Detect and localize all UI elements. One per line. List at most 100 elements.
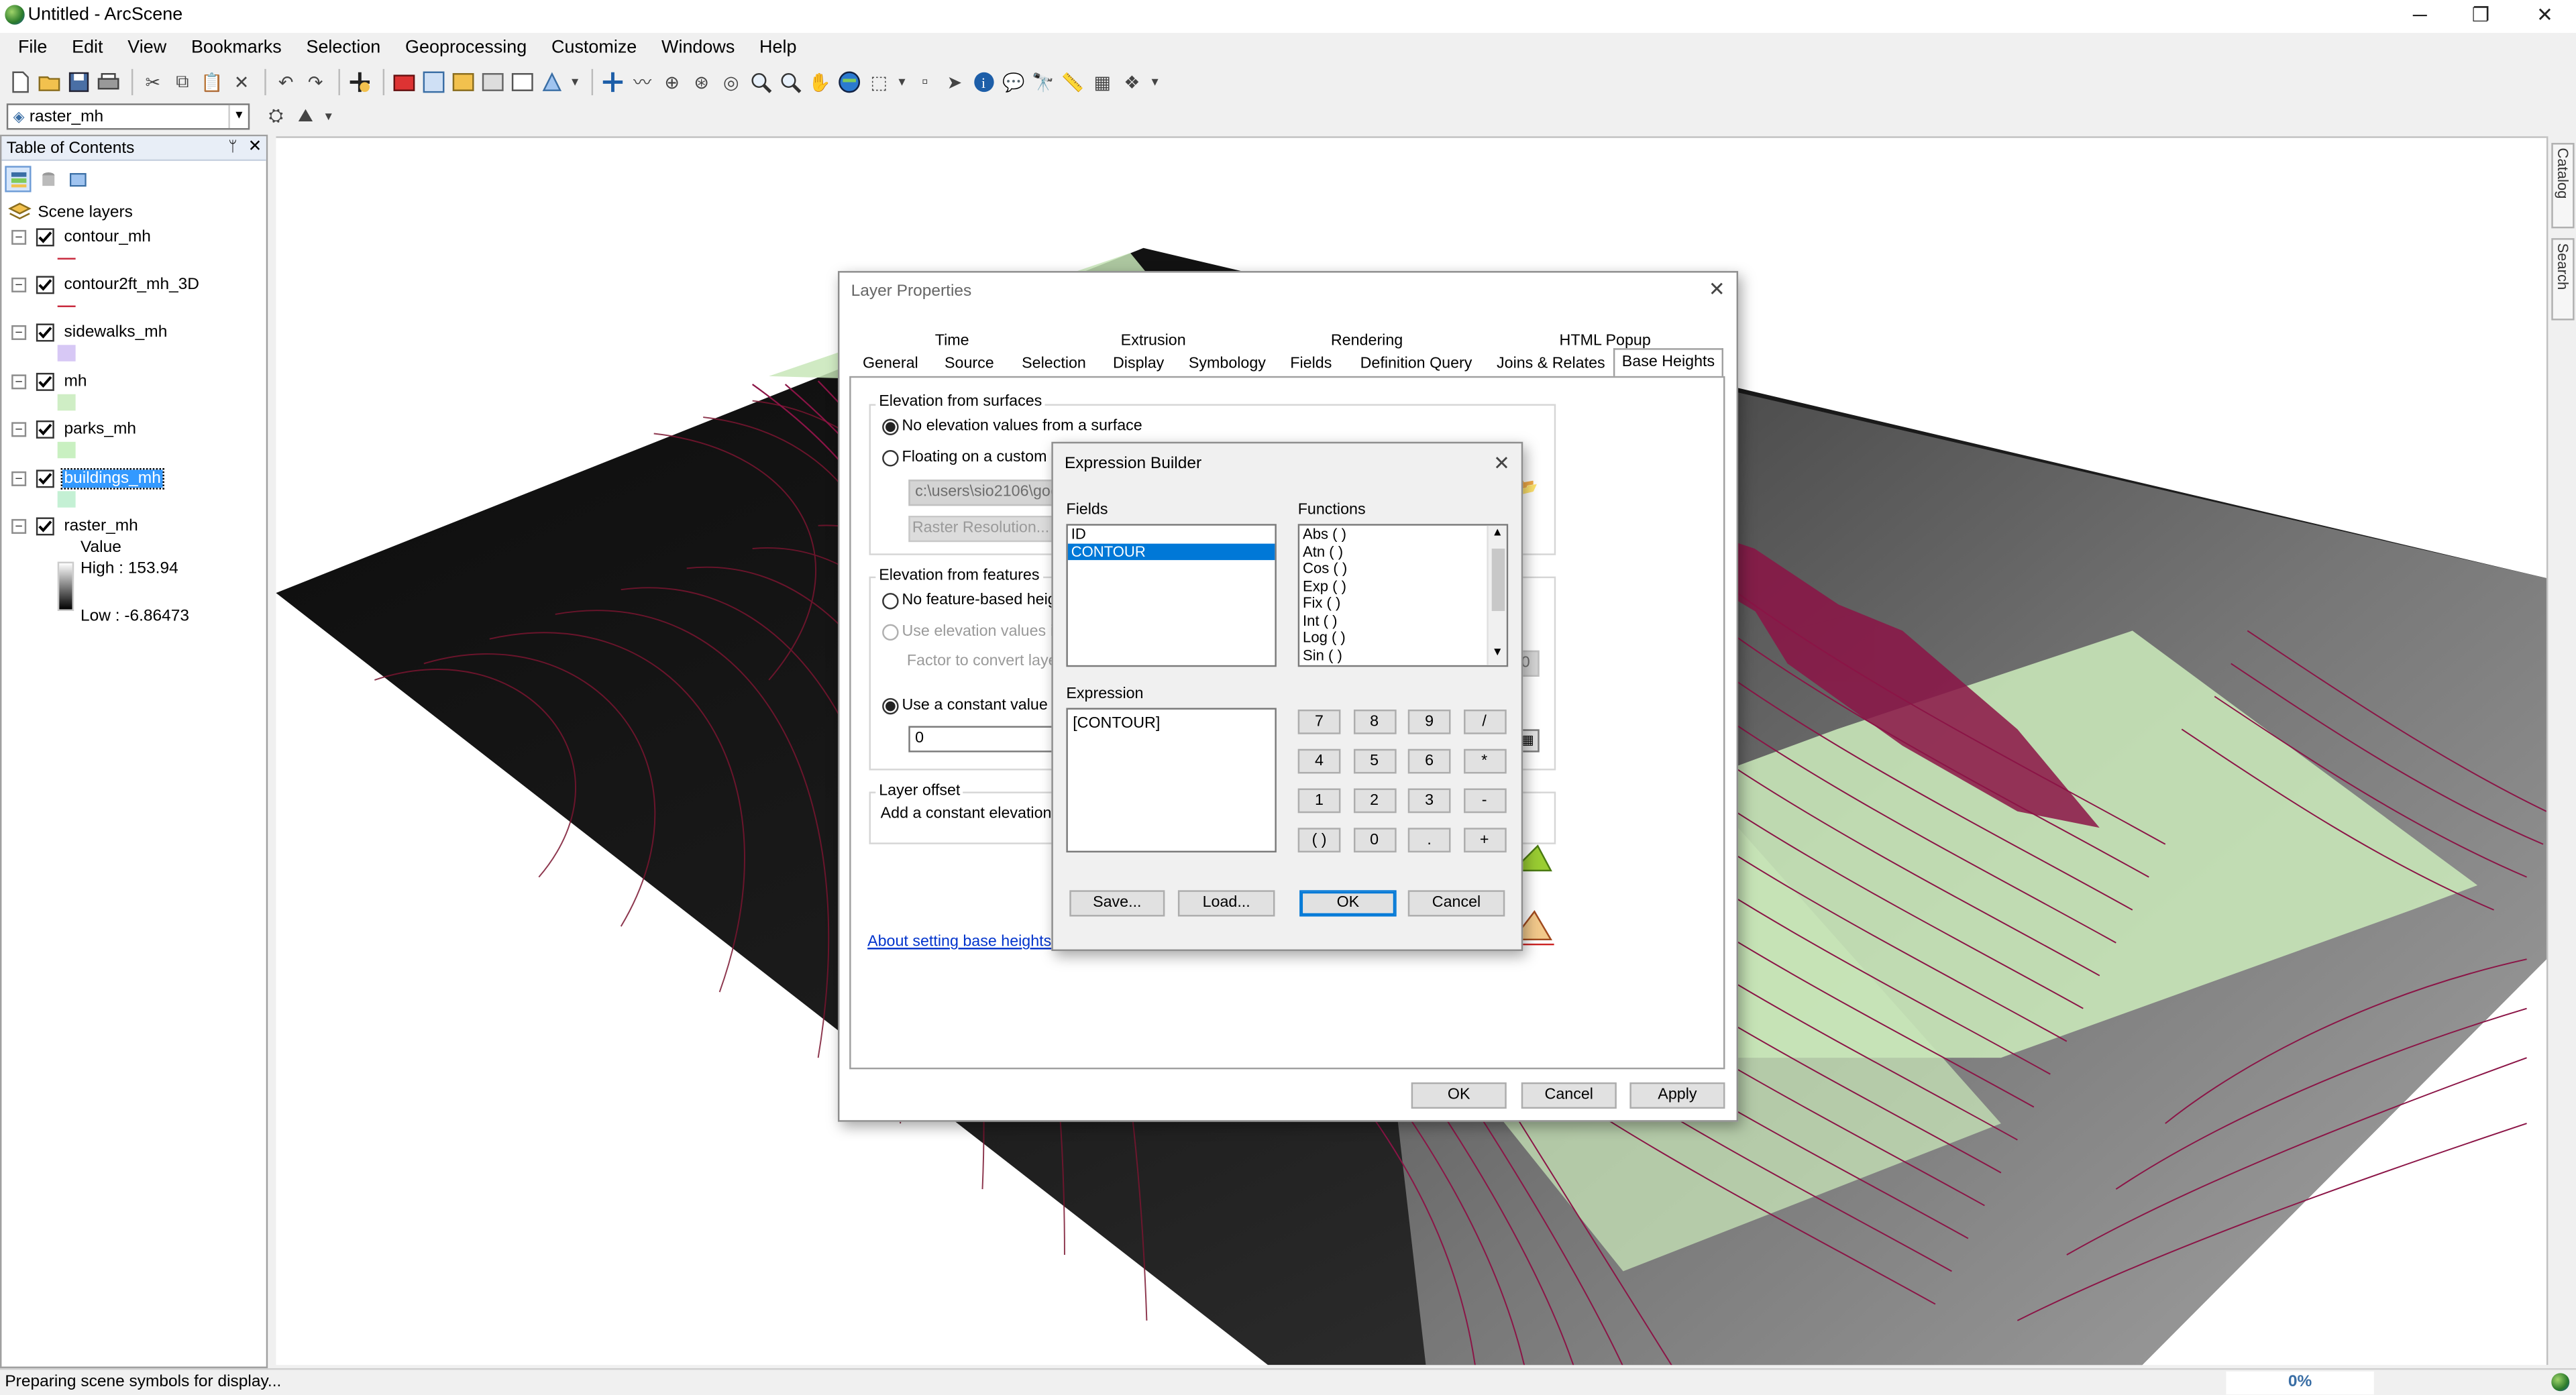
collapse-icon[interactable]: − xyxy=(11,276,27,292)
about-base-heights-link[interactable]: About setting base heights xyxy=(867,933,1051,951)
field-item-selected[interactable]: CONTOUR xyxy=(1067,543,1275,561)
close-icon[interactable]: ✕ xyxy=(1490,451,1513,474)
zoom-out-icon[interactable] xyxy=(777,69,803,95)
surface-path-field[interactable]: c:\users\sio2106\goo xyxy=(908,480,1057,506)
layer-dropdown[interactable]: ◈ raster_mh ▼ xyxy=(6,103,250,130)
tab-definition-query[interactable]: Definition Query xyxy=(1344,351,1489,376)
keypad-button[interactable]: 9 xyxy=(1407,709,1451,734)
zoom-to-target-icon[interactable]: ⊛ xyxy=(688,69,714,95)
scene-layers-root[interactable]: Scene layers xyxy=(8,201,134,223)
save-icon[interactable] xyxy=(66,69,92,95)
fill-symbol-swatch[interactable] xyxy=(57,345,76,361)
function-item[interactable]: Cos ( ) xyxy=(1299,560,1507,577)
toc-layer-row[interactable]: − raster_mh xyxy=(11,514,140,537)
tab-base-heights[interactable]: Base Heights xyxy=(1613,348,1724,376)
layer-visibility-checkbox[interactable] xyxy=(36,469,54,488)
tab-general[interactable]: General xyxy=(849,351,931,376)
layer-lighting-icon[interactable]: ⛰ xyxy=(292,103,319,129)
keypad-button[interactable]: . xyxy=(1407,828,1451,853)
select-elements-icon[interactable]: ➤ xyxy=(941,69,967,95)
toc-layer-row[interactable]: − mh xyxy=(11,370,89,392)
layer-name[interactable]: buildings_mh xyxy=(60,467,164,489)
layer-visibility-checkbox[interactable] xyxy=(36,227,54,246)
tab-source[interactable]: Source xyxy=(932,351,1008,376)
close-button[interactable]: ✕ xyxy=(2520,1,2569,30)
toc-layer-row[interactable]: − buildings_mh xyxy=(11,467,164,490)
expression-ok-button[interactable]: OK xyxy=(1299,890,1397,917)
restore-button[interactable]: ❐ xyxy=(2456,1,2505,30)
keypad-button[interactable]: 7 xyxy=(1297,709,1341,734)
scroll-thumb[interactable] xyxy=(1491,548,1505,612)
load-button[interactable]: Load... xyxy=(1177,890,1275,917)
delete-icon[interactable]: ✕ xyxy=(228,69,254,95)
list-by-drawing-order-icon[interactable] xyxy=(5,166,32,192)
scroll-down-icon[interactable]: ▼ xyxy=(1492,647,1503,659)
collapse-icon[interactable]: − xyxy=(11,374,27,389)
catalog-tab[interactable]: Catalog xyxy=(2551,143,2575,229)
set-observer-icon[interactable]: ◎ xyxy=(718,69,744,95)
layer-visibility-checkbox[interactable] xyxy=(36,372,54,390)
target-center-icon[interactable]: ⊕ xyxy=(659,69,685,95)
layer-visibility-checkbox[interactable] xyxy=(36,275,54,294)
fly-icon[interactable]: 〰 xyxy=(629,69,655,95)
save-button[interactable]: Save... xyxy=(1069,890,1165,917)
tab-joins-relates[interactable]: Joins & Relates xyxy=(1489,351,1613,376)
layer-name[interactable]: parks_mh xyxy=(62,420,138,438)
collapse-icon[interactable]: − xyxy=(11,518,27,533)
cut-icon[interactable]: ✂ xyxy=(140,69,166,95)
search-tab[interactable]: Search xyxy=(2551,238,2575,321)
search-window-icon[interactable] xyxy=(480,69,506,95)
floating-radio[interactable]: Floating on a custom su xyxy=(882,449,1068,467)
pan-icon[interactable]: ✋ xyxy=(806,69,833,95)
expression-textarea[interactable]: [CONTOUR] xyxy=(1066,708,1277,853)
layer-properties-cancel-button[interactable]: Cancel xyxy=(1521,1082,1617,1109)
dropdown-arrow-icon[interactable]: ▼ xyxy=(568,69,582,95)
menu-bookmarks[interactable]: Bookmarks xyxy=(191,33,282,62)
menu-customize[interactable]: Customize xyxy=(551,33,637,62)
keypad-button[interactable]: ( ) xyxy=(1297,828,1341,853)
keypad-button[interactable]: + xyxy=(1462,828,1506,853)
raster-resolution-button[interactable]: Raster Resolution... xyxy=(908,515,1053,543)
constant-value-field[interactable]: 0 xyxy=(908,726,1057,752)
tab-symbology[interactable]: Symbology xyxy=(1176,351,1278,376)
function-item[interactable]: Fix ( ) xyxy=(1299,595,1507,612)
keypad-button[interactable]: 4 xyxy=(1297,748,1341,774)
collapse-icon[interactable]: − xyxy=(11,421,27,437)
keypad-button[interactable]: 1 xyxy=(1297,788,1341,814)
menu-view[interactable]: View xyxy=(127,33,166,62)
collapse-icon[interactable]: − xyxy=(11,324,27,339)
expression-cancel-button[interactable]: Cancel xyxy=(1407,890,1505,917)
function-item[interactable]: Abs ( ) xyxy=(1299,526,1507,543)
menu-geoprocessing[interactable]: Geoprocessing xyxy=(405,33,527,62)
tab-extrusion[interactable]: Extrusion xyxy=(1055,329,1252,353)
copy-icon[interactable]: ⧉ xyxy=(169,69,195,95)
dropdown-arrow-icon[interactable]: ▼ xyxy=(896,69,909,95)
arctoolbox-icon[interactable] xyxy=(391,69,417,95)
python-icon[interactable] xyxy=(509,69,535,95)
fields-list[interactable]: ID CONTOUR xyxy=(1066,524,1277,667)
layer-name[interactable]: contour_mh xyxy=(62,227,152,245)
dropdown-arrow-icon[interactable]: ▼ xyxy=(1148,69,1162,95)
clear-selection-icon[interactable]: ▫ xyxy=(912,69,938,95)
layer-visibility-checkbox[interactable] xyxy=(36,516,54,535)
redo-icon[interactable]: ↷ xyxy=(303,69,329,95)
keypad-button[interactable]: 5 xyxy=(1352,748,1396,774)
identify-icon[interactable]: i xyxy=(971,69,997,95)
layer-transparency-icon[interactable]: ⛭ xyxy=(263,103,289,129)
tab-display[interactable]: Display xyxy=(1101,351,1177,376)
navigate-icon[interactable] xyxy=(600,69,626,95)
menu-help[interactable]: Help xyxy=(759,33,796,62)
close-icon[interactable]: ✕ xyxy=(1705,278,1728,300)
function-item[interactable]: Exp ( ) xyxy=(1299,577,1507,595)
line-symbol-swatch[interactable] xyxy=(57,305,76,307)
open-icon[interactable] xyxy=(36,69,62,95)
menu-edit[interactable]: Edit xyxy=(72,33,103,62)
toc-layer-row[interactable]: − sidewalks_mh xyxy=(11,321,169,343)
function-item[interactable]: Log ( ) xyxy=(1299,629,1507,647)
full-extent-icon[interactable] xyxy=(837,69,863,95)
pin-icon[interactable]: ᛘ xyxy=(228,138,237,154)
layer-name[interactable]: raster_mh xyxy=(62,516,140,535)
close-icon[interactable]: ✕ xyxy=(248,138,262,156)
dropdown-arrow-icon[interactable]: ▼ xyxy=(322,103,335,129)
keypad-button[interactable]: 0 xyxy=(1352,828,1396,853)
